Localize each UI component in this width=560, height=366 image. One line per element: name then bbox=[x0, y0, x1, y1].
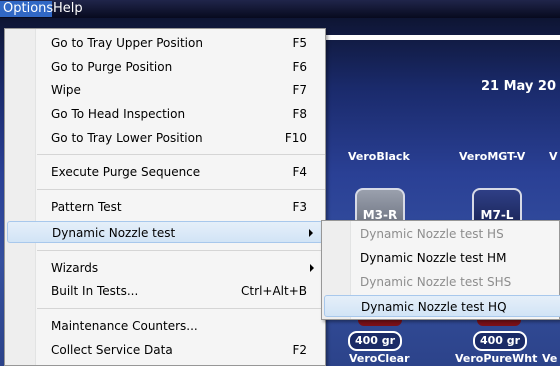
menu-item-label: Dynamic Nozzle test bbox=[52, 226, 176, 240]
menu-item-label: Wizards bbox=[51, 261, 99, 275]
menu-item-shortcut: F6 bbox=[292, 60, 307, 74]
menu-item-pattern-test[interactable]: Pattern Test F3 bbox=[7, 196, 323, 218]
menu-item-wipe[interactable]: Wipe F7 bbox=[7, 79, 323, 101]
menu-item-label: Go to Purge Position bbox=[51, 60, 173, 74]
menu-item-label: Collect Service Data bbox=[51, 343, 173, 357]
weight-badge: 400 gr bbox=[348, 331, 402, 351]
submenu-arrow-icon bbox=[309, 229, 313, 237]
menu-item-label: Go To Head Inspection bbox=[51, 107, 186, 121]
menu-separator bbox=[37, 308, 325, 309]
menu-item-shortcut: F3 bbox=[292, 200, 307, 214]
cartridge-label-partial: Ve bbox=[542, 352, 558, 365]
menu-item-purge-sequence[interactable]: Execute Purge Sequence F4 bbox=[7, 161, 323, 183]
menu-item-built-in-tests[interactable]: Built In Tests... Ctrl+Alt+B bbox=[7, 280, 323, 302]
weight-badge: 400 gr bbox=[473, 331, 527, 351]
cartridge-label-veroblack: VeroBlack bbox=[348, 150, 410, 163]
menu-item-label: Maintenance Counters... bbox=[51, 319, 198, 333]
menu-item-shortcut: Ctrl+Alt+B bbox=[241, 284, 307, 298]
menu-item-label: Pattern Test bbox=[51, 200, 122, 214]
submenu-item-label: Dynamic Nozzle test HS bbox=[360, 227, 504, 241]
menu-item-label: Wipe bbox=[51, 83, 81, 97]
menu-item-head-inspection[interactable]: Go To Head Inspection F8 bbox=[7, 103, 323, 125]
menu-separator bbox=[37, 189, 325, 190]
menu-item-wizards[interactable]: Wizards bbox=[7, 257, 323, 279]
menu-item-label: Go to Tray Lower Position bbox=[51, 131, 203, 145]
menu-item-shortcut: F5 bbox=[292, 36, 307, 50]
menu-item-shortcut: F4 bbox=[292, 165, 307, 179]
menu-help[interactable]: Help bbox=[50, 1, 86, 17]
cartridge-label-veromgt: VeroMGT-V bbox=[459, 150, 526, 163]
dynamic-nozzle-submenu: Dynamic Nozzle test HS Dynamic Nozzle te… bbox=[321, 220, 560, 320]
cartridge-label-veropurewht: VeroPureWht bbox=[455, 352, 538, 365]
menu-item-label: Built In Tests... bbox=[51, 284, 139, 298]
menu-separator bbox=[37, 250, 325, 251]
submenu-item-nozzle-hs[interactable]: Dynamic Nozzle test HS bbox=[324, 223, 560, 245]
menu-item-tray-lower[interactable]: Go to Tray Lower Position F10 bbox=[7, 127, 323, 149]
menu-item-label: Execute Purge Sequence bbox=[51, 165, 201, 179]
menu-item-label: Go to Tray Upper Position bbox=[51, 36, 203, 50]
date-label: 21 May 20 bbox=[481, 79, 557, 94]
submenu-item-nozzle-shs[interactable]: Dynamic Nozzle test SHS bbox=[324, 271, 560, 293]
progress-bar bbox=[326, 35, 560, 40]
menu-item-shortcut: F2 bbox=[292, 343, 307, 357]
submenu-item-label: Dynamic Nozzle test SHS bbox=[360, 275, 512, 289]
menu-options[interactable]: Options bbox=[0, 1, 53, 17]
menu-item-shortcut: F10 bbox=[284, 131, 307, 145]
submenu-item-nozzle-hq[interactable]: Dynamic Nozzle test HQ bbox=[324, 295, 560, 317]
menu-separator bbox=[37, 154, 325, 155]
menu-item-shortcut: F7 bbox=[292, 83, 307, 97]
submenu-item-label: Dynamic Nozzle test HM bbox=[360, 251, 507, 265]
menu-item-shortcut: F8 bbox=[292, 107, 307, 121]
menu-item-purge-position[interactable]: Go to Purge Position F6 bbox=[7, 56, 323, 78]
menu-item-collect-service-data[interactable]: Collect Service Data F2 bbox=[7, 339, 323, 361]
menubar: Options Help bbox=[0, 0, 560, 18]
menu-item-tray-upper[interactable]: Go to Tray Upper Position F5 bbox=[7, 32, 323, 54]
cartridge-label-veroclear: VeroClear bbox=[349, 352, 410, 365]
cartridge-label-partial: V bbox=[549, 150, 558, 163]
submenu-arrow-icon bbox=[310, 264, 314, 272]
options-dropdown-menu: Go to Tray Upper Position F5 Go to Purge… bbox=[4, 28, 326, 366]
submenu-item-label: Dynamic Nozzle test HQ bbox=[361, 300, 507, 314]
submenu-item-nozzle-hm[interactable]: Dynamic Nozzle test HM bbox=[324, 247, 560, 269]
menu-item-maintenance-counters[interactable]: Maintenance Counters... bbox=[7, 315, 323, 337]
menu-item-dynamic-nozzle-test[interactable]: Dynamic Nozzle test bbox=[7, 221, 323, 243]
